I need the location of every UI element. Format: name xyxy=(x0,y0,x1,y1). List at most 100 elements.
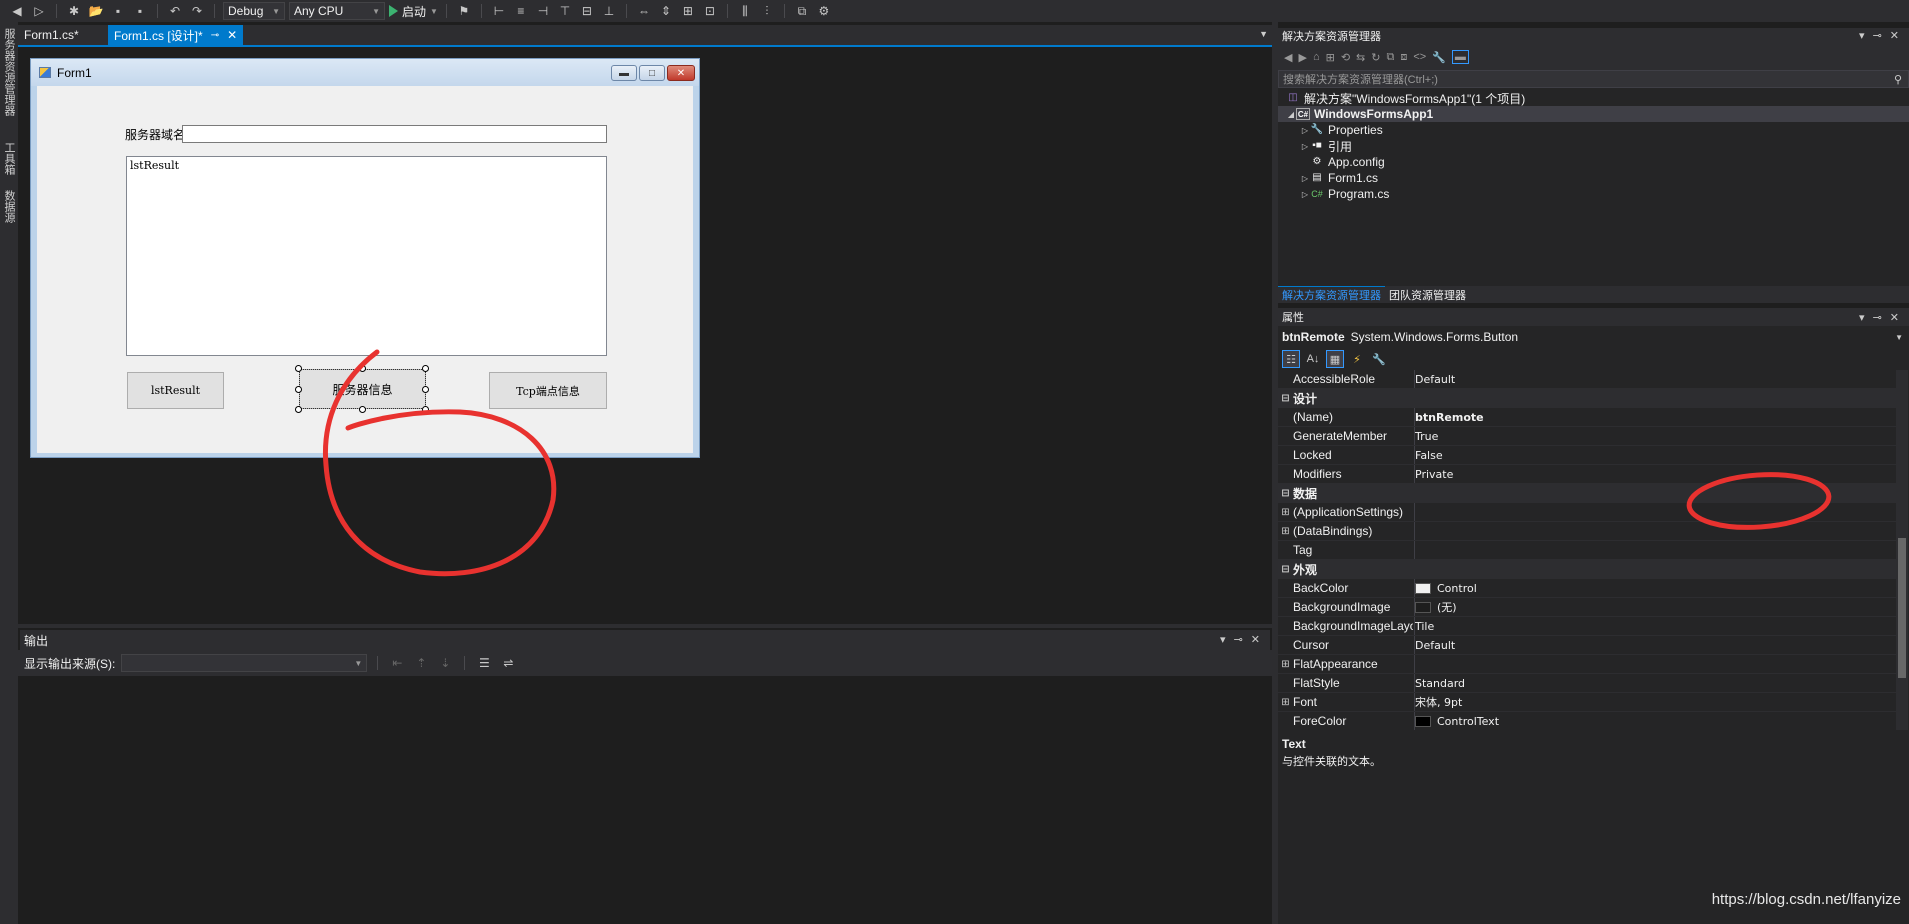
tcp-endpoint-button[interactable]: Tcp端点信息 xyxy=(489,372,607,409)
sync-icon[interactable]: ⇆ xyxy=(1356,51,1365,64)
categorized-icon[interactable]: ☷ xyxy=(1282,350,1300,368)
tree-item-references[interactable]: ▷ ▪■ 引用 xyxy=(1278,138,1909,154)
align-center-icon[interactable]: ≡ xyxy=(512,2,530,20)
pin-icon[interactable]: ⊸ xyxy=(1234,633,1243,646)
properties-icon[interactable]: 🔧 xyxy=(1432,51,1446,64)
property-row[interactable]: (Name) btnRemote xyxy=(1278,408,1896,427)
tab-dropdown-icon[interactable]: ▼ xyxy=(1259,29,1268,39)
properties-view-icon[interactable]: ▦ xyxy=(1326,350,1344,368)
property-pages-icon[interactable]: 🔧 xyxy=(1370,350,1388,368)
same-width-icon[interactable]: ⇔ xyxy=(635,2,653,20)
object-selector[interactable]: btnRemote System.Windows.Forms.Button ▼ xyxy=(1278,328,1909,346)
resize-handle[interactable] xyxy=(295,406,302,413)
view-code-icon[interactable]: <> xyxy=(1413,51,1426,63)
tree-item-project[interactable]: ◢ C# WindowsFormsApp1 xyxy=(1278,106,1909,122)
close-icon[interactable]: ✕ xyxy=(1890,311,1899,324)
undo-icon[interactable]: ↶ xyxy=(166,2,184,20)
property-row[interactable]: FlatStyle Standard xyxy=(1278,674,1896,693)
tree-item-properties[interactable]: ▷ 🔧 Properties xyxy=(1278,122,1909,138)
events-icon[interactable]: ⚡ xyxy=(1348,350,1366,368)
alphabetical-icon[interactable]: A↓ xyxy=(1304,350,1322,368)
word-wrap-icon[interactable]: ⇌ xyxy=(499,654,517,672)
platform-select[interactable]: Any CPU ▼ xyxy=(289,2,385,20)
collapse-all-icon[interactable]: ⧉ xyxy=(1386,51,1394,64)
resize-handle[interactable] xyxy=(422,365,429,372)
start-button[interactable]: 启动 ▼ xyxy=(389,3,438,20)
back-icon[interactable]: ◀ xyxy=(1284,51,1292,64)
tree-item-appconfig[interactable]: ⚙ App.config xyxy=(1278,154,1909,170)
property-category[interactable]: ⊟ 数据 xyxy=(1278,484,1896,503)
tab-form1-code[interactable]: Form1.cs* xyxy=(18,25,85,45)
resize-handle[interactable] xyxy=(359,406,366,413)
switch-views-icon[interactable]: ⊞ xyxy=(1326,51,1335,64)
search-icon[interactable]: ⚲ xyxy=(1894,73,1902,86)
new-project-icon[interactable]: ✱ xyxy=(65,2,83,20)
close-icon[interactable]: ✕ xyxy=(227,28,237,42)
spacing-v-icon[interactable]: ⫶ xyxy=(758,2,776,20)
collapsed-icon[interactable]: ▷ xyxy=(1300,142,1310,151)
property-value[interactable]: Private xyxy=(1415,468,1453,481)
output-source-select[interactable]: ▼ xyxy=(121,654,368,672)
domain-label[interactable]: 服务器域名 xyxy=(125,126,185,143)
spacing-h-icon[interactable]: ⫼ xyxy=(736,2,754,20)
tree-item-solution[interactable]: ◫ 解决方案"WindowsFormsApp1"(1 个项目) xyxy=(1278,90,1909,106)
lstresult-listbox[interactable]: lstResult xyxy=(126,156,607,356)
resize-handle[interactable] xyxy=(295,386,302,393)
bring-front-icon[interactable]: ⧉ xyxy=(793,2,811,20)
collapsed-icon[interactable]: ▷ xyxy=(1300,174,1310,183)
tab-order-icon[interactable]: ⚙ xyxy=(815,2,833,20)
property-row[interactable]: ForeColor ControlText xyxy=(1278,712,1896,730)
collapse-icon[interactable]: ⊟ xyxy=(1278,564,1293,575)
align-bottom-icon[interactable]: ⊥ xyxy=(600,2,618,20)
scrollbar-thumb[interactable] xyxy=(1898,538,1906,678)
solution-search-input[interactable]: 搜索解决方案资源管理器(Ctrl+;) ⚲ xyxy=(1278,70,1909,88)
pin-icon[interactable]: ⊸ xyxy=(1873,29,1882,42)
property-value[interactable]: False xyxy=(1415,449,1443,462)
property-category[interactable]: ⊟ 外观 xyxy=(1278,560,1896,579)
align-top-icon[interactable]: ⊤ xyxy=(556,2,574,20)
collapse-icon[interactable]: ⊟ xyxy=(1278,393,1293,404)
tree-item-program[interactable]: ▷ C# Program.cs xyxy=(1278,186,1909,202)
tab-solution-explorer[interactable]: 解决方案资源管理器 xyxy=(1278,286,1385,303)
dropdown-icon[interactable]: ▾ xyxy=(1859,311,1865,324)
property-row[interactable]: ⊞ (DataBindings) xyxy=(1278,522,1896,541)
tab-form1-designer[interactable]: Form1.cs [设计]* ⊸ ✕ xyxy=(108,25,244,45)
expand-icon[interactable]: ⊞ xyxy=(1278,526,1293,537)
save-icon[interactable]: ▪ xyxy=(109,2,127,20)
redo-icon[interactable]: ↷ xyxy=(188,2,206,20)
close-icon[interactable]: ✕ xyxy=(1251,633,1260,646)
property-value[interactable]: 宋体, 9pt xyxy=(1415,694,1462,710)
preview-icon[interactable]: ▬ xyxy=(1451,50,1469,64)
tab-team-explorer[interactable]: 团队资源管理器 xyxy=(1385,286,1470,303)
resize-handle[interactable] xyxy=(359,365,366,372)
property-value[interactable]: True xyxy=(1415,430,1438,443)
domain-input[interactable] xyxy=(182,125,607,143)
same-size-icon[interactable]: ⊞ xyxy=(679,2,697,20)
config-select[interactable]: Debug ▼ xyxy=(223,2,285,20)
same-height-icon[interactable]: ⇕ xyxy=(657,2,675,20)
expand-icon[interactable]: ⊞ xyxy=(1278,507,1293,518)
pending-changes-icon[interactable]: ⟲ xyxy=(1341,51,1350,64)
property-row[interactable]: Tag xyxy=(1278,541,1896,560)
refresh-icon[interactable]: ↻ xyxy=(1371,51,1380,64)
prev-message-icon[interactable]: ⇡ xyxy=(412,654,430,672)
find-message-icon[interactable]: ⇤ xyxy=(388,654,406,672)
align-middle-icon[interactable]: ⊟ xyxy=(578,2,596,20)
property-value[interactable]: Standard xyxy=(1415,677,1465,690)
collapse-icon[interactable]: ⊟ xyxy=(1278,488,1293,499)
align-right-icon[interactable]: ⊣ xyxy=(534,2,552,20)
property-row[interactable]: ⊞ FlatAppearance xyxy=(1278,655,1896,674)
collapsed-icon[interactable]: ▷ xyxy=(1300,126,1310,135)
home-icon[interactable]: ⌂ xyxy=(1313,51,1320,63)
property-row[interactable]: BackgroundImage (无) xyxy=(1278,598,1896,617)
property-value[interactable]: (无) xyxy=(1415,599,1457,615)
dropdown-icon[interactable]: ▾ xyxy=(1859,29,1865,42)
pin-icon[interactable]: ⊸ xyxy=(211,30,219,41)
form1-window[interactable]: Form1 ▬ □ ✕ 服务器域名 lstResult lstResult 服务… xyxy=(30,58,700,458)
property-row[interactable]: GenerateMember True xyxy=(1278,427,1896,446)
show-all-files-icon[interactable]: ⧈ xyxy=(1400,51,1407,64)
property-row[interactable]: Locked False xyxy=(1278,446,1896,465)
toolbox-tab[interactable]: 工具箱 xyxy=(2,142,16,175)
property-value[interactable]: ControlText xyxy=(1415,715,1499,728)
property-category[interactable]: ⊟ 设计 xyxy=(1278,389,1896,408)
